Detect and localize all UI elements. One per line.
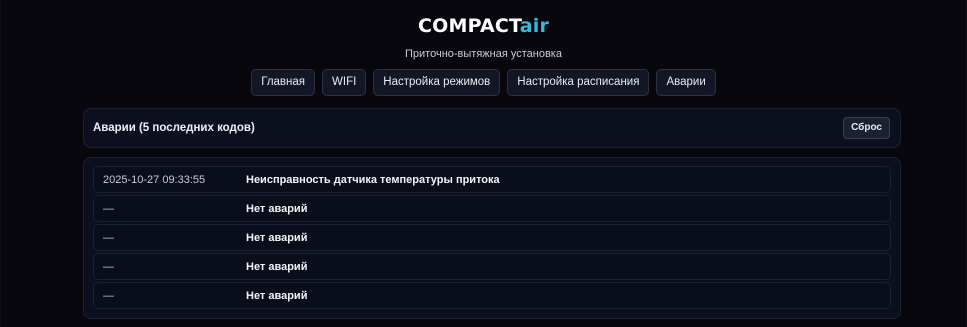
header: COMPACTair Приточно-вытяжная установка Г…	[1, 0, 966, 96]
alarm-time: —	[103, 231, 114, 244]
alarm-row: — Нет аварий	[93, 253, 891, 280]
page: COMPACTair Приточно-вытяжная установка Г…	[0, 0, 967, 327]
alarms-header-panel: Аварии (5 последних кодов) Сброс	[83, 108, 901, 148]
reset-button[interactable]: Сброс	[843, 117, 890, 139]
alarm-message: Нет аварий	[246, 289, 308, 302]
alarms-list: 2025-10-27 09:33:55 Неисправность датчик…	[83, 157, 901, 319]
nav-wifi-button[interactable]: WIFI	[322, 69, 367, 96]
alarm-message: Нет аварий	[246, 231, 308, 244]
brand-accent: air	[519, 15, 550, 37]
alarm-row: — Нет аварий	[93, 282, 891, 309]
alarm-time: —	[103, 202, 114, 215]
subtitle: Приточно-вытяжная установка	[405, 48, 562, 60]
alarm-row: — Нет аварий	[93, 224, 891, 251]
alarm-message: Нет аварий	[246, 260, 308, 273]
alarm-message: Нет аварий	[246, 202, 308, 215]
nav-home-button[interactable]: Главная	[251, 69, 316, 96]
alarm-row: — Нет аварий	[93, 195, 891, 222]
brand-logo: COMPACTair	[1, 14, 966, 38]
alarms-title: Аварии (5 последних кодов)	[93, 122, 255, 134]
alarm-row: 2025-10-27 09:33:55 Неисправность датчик…	[93, 166, 891, 193]
nav-alarms-button[interactable]: Аварии	[656, 69, 716, 96]
alarm-time: —	[103, 289, 114, 302]
main-nav: Главная WIFI Настройка режимов Настройка…	[1, 69, 966, 96]
alarm-time: —	[103, 260, 114, 273]
alarm-time: 2025-10-27 09:33:55	[103, 173, 206, 186]
nav-schedule-button[interactable]: Настройка расписания	[507, 69, 650, 96]
brand-main: COMPACT	[417, 15, 520, 37]
alarm-message: Неисправность датчика температуры приток…	[246, 173, 500, 186]
nav-modes-button[interactable]: Настройка режимов	[373, 69, 501, 96]
